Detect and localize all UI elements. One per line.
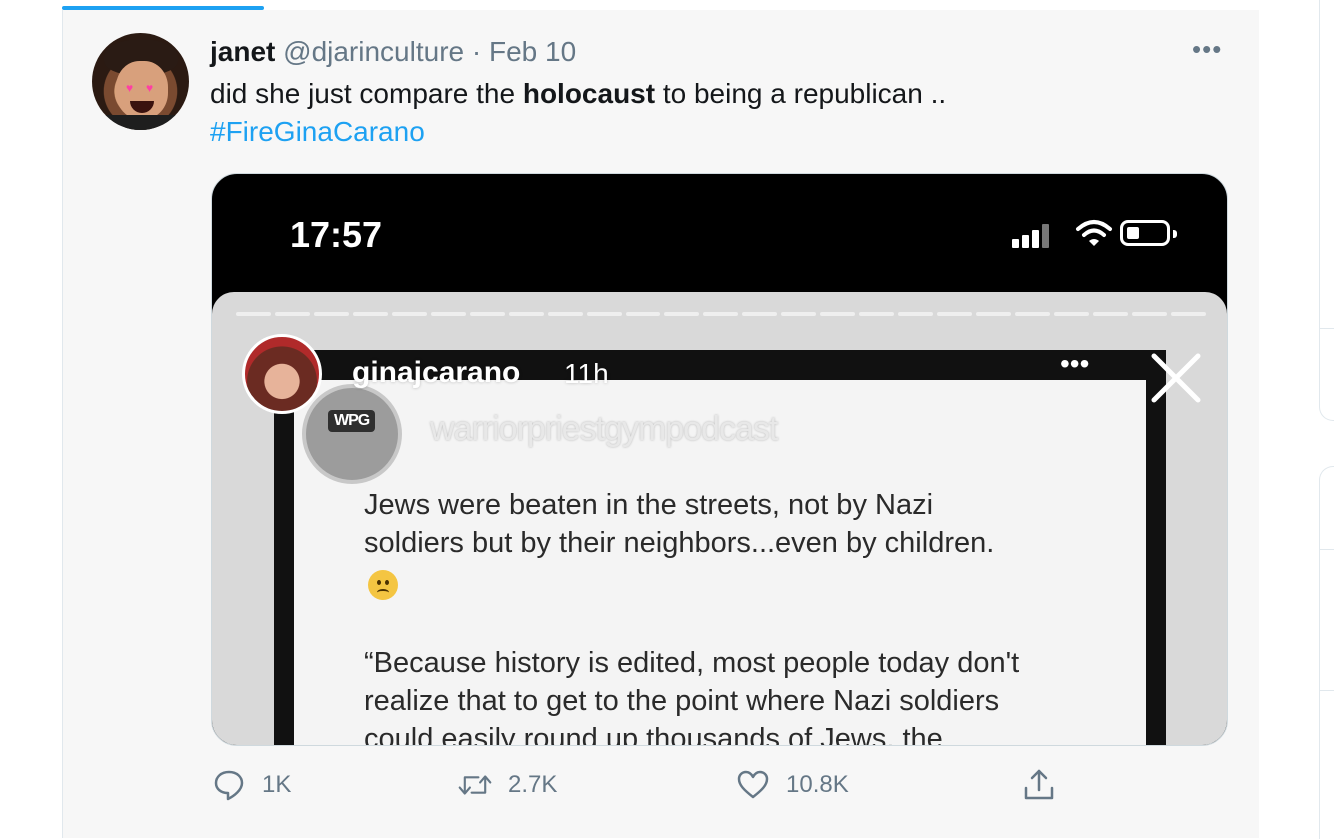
story-progress-segment [469,312,505,316]
retweet-button[interactable]: 2.7K [458,763,557,807]
tweet-media-image[interactable]: 17:57 WPG warriorpriestgympodcast ginajc… [211,173,1228,746]
active-tab-indicator [62,6,264,10]
story-progress-segment [703,312,739,316]
story-progress-segment [352,312,388,316]
story-progress [236,312,1206,316]
left-gutter [0,0,62,838]
story-progress-segment [274,312,310,316]
tweet-date[interactable]: Feb 10 [489,36,576,67]
story-progress-segment [508,312,544,316]
reply-button[interactable]: 1K [212,763,291,807]
share-icon [1024,769,1054,800]
handle[interactable]: @djarinculture [283,36,464,67]
status-time: 17:57 [290,214,383,255]
separator: · [464,36,489,67]
story-progress-segment [937,312,973,316]
story-progress-segment [820,312,856,316]
more-icon: ••• [1060,348,1090,379]
right-sidebar [1259,0,1334,839]
story-progress-segment [664,312,700,316]
story-progress-segment [976,312,1012,316]
reply-icon [214,770,244,801]
retweet-count: 2.7K [508,771,558,798]
heart-eye-icon: ♥ [146,81,154,95]
story-progress-segment [781,312,817,316]
post-text-line: realize that to get to the point where N… [364,685,1000,717]
story-progress-segment [1054,312,1089,316]
instagram-story: WPG warriorpriestgympodcast ginajcarano … [212,292,1227,746]
wifi-icon [1076,220,1112,246]
wpg-logo: WPG [302,384,402,484]
sidebar-divider [1319,549,1334,550]
story-progress-segment [1092,312,1128,316]
battery-icon [1120,220,1177,246]
story-progress-segment [236,312,271,316]
story-progress-segment [742,312,778,316]
sidebar-divider [1319,690,1334,691]
close-icon [1151,353,1201,403]
story-age: 11h [564,358,609,389]
tweet-text: did she just compare the holocaust to be… [210,78,947,109]
story-progress-segment [586,312,622,316]
sidebar-panel-top [1319,0,1334,421]
story-username: ginajcarano [352,356,521,389]
story-progress-segment [625,312,661,316]
story-progress-segment [898,312,934,316]
sidebar-panel-bottom [1319,466,1334,839]
avatar[interactable]: ♥ ♥ [92,33,189,130]
story-progress-segment [1131,312,1167,316]
story-avatar [242,334,322,414]
heart-eye-icon: ♥ [126,81,134,95]
display-name[interactable]: janet [210,36,275,67]
story-progress-segment [1170,312,1206,316]
story-progress-segment [547,312,583,316]
post-watermark: warriorpriestgympodcast [430,410,778,448]
post-text-line: soldiers but by their neighbors...even b… [364,527,995,559]
hashtag-link[interactable]: #FireGinaCarano [210,116,425,148]
post-text-line: could easily round up thousands of Jews,… [364,723,943,746]
post-text-line: “Because history is edited, most people … [364,647,1020,679]
story-progress-segment [1015,312,1051,316]
story-progress-segment [313,312,349,316]
story-progress-segment [391,312,427,316]
like-count: 10.8K [786,771,849,798]
like-icon [737,770,769,799]
story-progress-segment [859,312,895,316]
tweet-header: janet @djarinculture · Feb 10 [210,36,576,68]
post-text-line: Jews were beaten in the streets, not by … [364,489,934,521]
sad-face-icon [368,570,398,600]
more-icon[interactable]: ••• [1192,36,1226,64]
story-progress-segment [430,312,466,316]
like-button[interactable]: 10.8K [736,763,849,807]
share-button[interactable] [1022,763,1056,807]
retweet-icon [458,775,492,795]
reply-count: 1K [262,771,292,798]
sidebar-divider [1319,328,1334,329]
signal-icon [1012,218,1062,248]
